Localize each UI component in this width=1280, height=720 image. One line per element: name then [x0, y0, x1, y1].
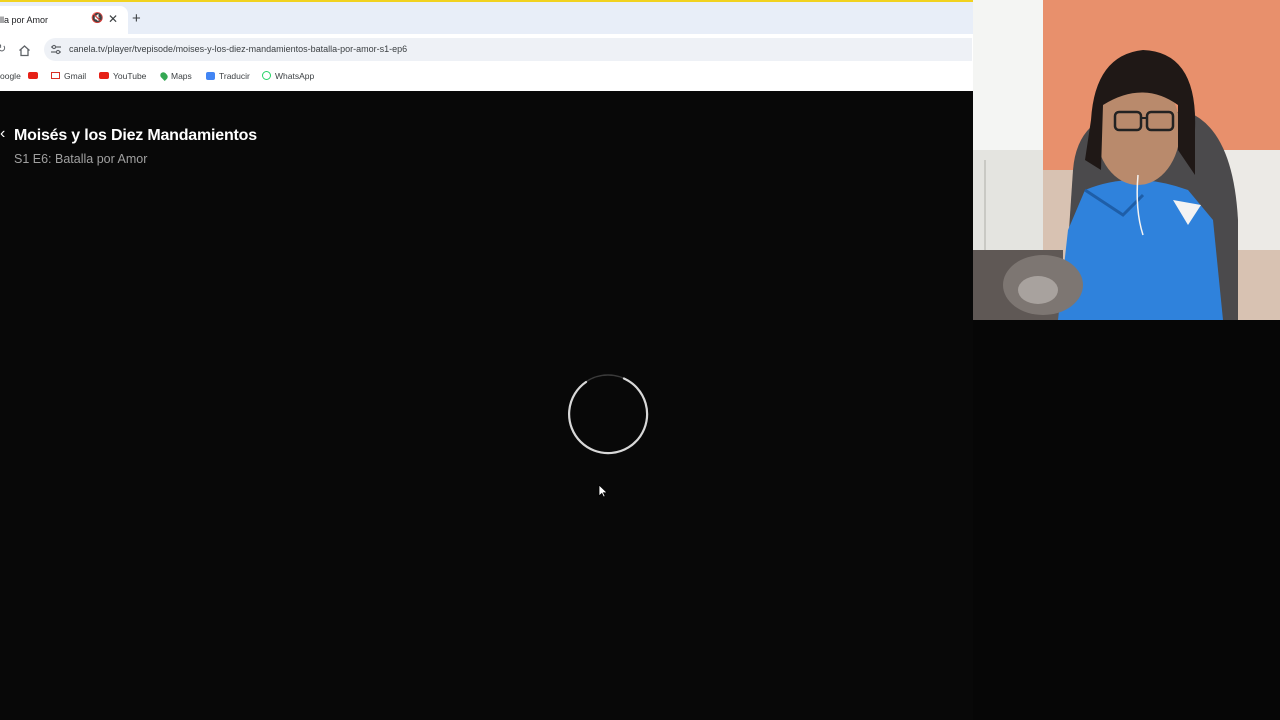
reload-icon[interactable]: ↻ [0, 42, 6, 55]
bookmark-label: Traducir [219, 71, 250, 81]
address-bar[interactable]: canela.tv/player/tvepisode/moises-y-los-… [44, 38, 972, 61]
bookmark-label: WhatsApp [275, 71, 315, 81]
browser-window: lla por Amor 🔇 ✕ + ↻ canela.tv/player/tv… [0, 0, 973, 91]
active-tab[interactable]: lla por Amor 🔇 ✕ [0, 6, 128, 36]
back-button[interactable]: ‹ [0, 125, 5, 143]
mute-icon[interactable]: 🔇 [91, 13, 103, 24]
show-title: Moisés y los Diez Mandamientos [14, 127, 257, 144]
loading-spinner-icon [568, 374, 649, 455]
url-text: canela.tv/player/tvepisode/moises-y-los-… [69, 44, 408, 54]
bookmark-youtube[interactable]: YouTube [99, 70, 146, 84]
desktop-background [973, 320, 1280, 720]
bookmark-label: oogle [0, 71, 21, 81]
video-player[interactable]: ‹ Moisés y los Diez Mandamientos S1 E6: … [0, 91, 973, 720]
youtube-icon [99, 72, 109, 80]
youtube-icon [28, 72, 38, 80]
bookmark-youtube-shortcut[interactable] [28, 70, 42, 84]
tab-title: lla por Amor [0, 15, 49, 25]
whatsapp-icon [262, 71, 271, 81]
maps-icon [159, 70, 169, 81]
bookmark-label: Gmail [64, 71, 87, 81]
bookmark-label: Maps [171, 71, 192, 81]
new-tab-button[interactable]: + [132, 10, 141, 27]
toolbar: ↻ canela.tv/player/tvepisode/moises-y-lo… [0, 34, 973, 64]
bookmark-gmail[interactable]: Gmail [51, 70, 86, 84]
bookmark-label: YouTube [113, 71, 147, 81]
site-settings-icon[interactable] [50, 44, 62, 55]
bookmark-google[interactable]: oogle [0, 70, 21, 84]
home-icon[interactable] [18, 44, 31, 57]
mouse-cursor-icon [598, 484, 608, 498]
translate-icon [206, 71, 215, 80]
bookmark-traducir[interactable]: Traducir [206, 70, 250, 84]
tab-strip: lla por Amor 🔇 ✕ + [0, 0, 973, 36]
close-tab-icon[interactable]: ✕ [108, 12, 118, 26]
bookmark-maps[interactable]: Maps [159, 70, 192, 84]
bookmarks-bar: oogle Gmail YouTube Maps Traducir WhatsA… [0, 66, 973, 88]
gmail-icon [51, 72, 60, 80]
episode-subtitle: S1 E6: Batalla por Amor [14, 152, 148, 166]
bookmark-whatsapp[interactable]: WhatsApp [262, 70, 314, 84]
webcam-overlay [973, 0, 1280, 320]
